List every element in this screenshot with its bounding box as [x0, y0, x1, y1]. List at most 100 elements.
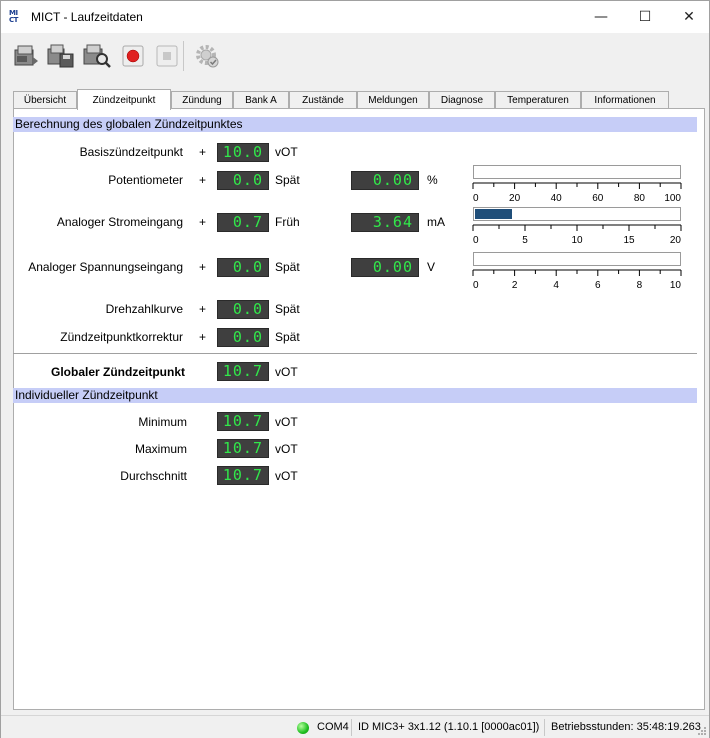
gauge-scale: 0 20 40 60 80 100	[472, 182, 682, 204]
aux-unit-potentiometer: %	[427, 173, 438, 187]
unit-basiszuendzeitpunkt: vOT	[275, 145, 298, 159]
label-durchschnitt: Durchschnitt	[120, 469, 187, 483]
maximize-button[interactable]: ☐	[623, 1, 667, 33]
value-drehzahlkurve: 0.0	[217, 300, 269, 319]
plus-sign: +	[199, 173, 207, 187]
tab-diagnose[interactable]: Diagnose	[429, 91, 495, 109]
settings-button[interactable]	[191, 41, 223, 71]
label-basiszuendzeitpunkt: Basiszündzeitpunkt	[79, 145, 183, 159]
plus-sign: +	[199, 302, 207, 316]
tab-temperaturen[interactable]: Temperaturen	[495, 91, 581, 109]
window-title: MICT - Laufzeitdaten	[31, 10, 143, 24]
section-header-individual: Individueller Zündzeitpunkt	[13, 388, 697, 403]
unit-durchschnitt: vOT	[275, 469, 298, 483]
minimize-button[interactable]: —	[579, 1, 623, 33]
plus-sign: +	[199, 145, 207, 159]
title-bar: MI CT MICT - Laufzeitdaten — ☐ ✕	[1, 1, 709, 33]
gauge-tick-label: 2	[512, 280, 518, 291]
aux-value-analoger-stromeingang: 3.64	[351, 213, 419, 232]
tab-zuendung[interactable]: Zündung	[171, 91, 233, 109]
label-analoger-stromeingang: Analoger Stromeingang	[56, 215, 183, 229]
read-device-button[interactable]	[9, 41, 41, 71]
unit-potentiometer: Spät	[275, 173, 300, 187]
value-globaler-zuendzeitpunkt: 10.7	[217, 362, 269, 381]
close-button[interactable]: ✕	[667, 1, 710, 33]
gauge-fill	[475, 209, 513, 219]
unit-minimum: vOT	[275, 415, 298, 429]
status-operating-hours: Betriebsstunden: 35:48:19.263	[551, 721, 701, 733]
gauge-scale: 0 2 4 6 8 10	[472, 269, 682, 291]
toolbar-separator	[183, 41, 184, 71]
gauge-tick-label: 4	[553, 280, 559, 291]
gauge-bar	[473, 252, 681, 266]
gauge-tick-label: 10	[670, 280, 682, 291]
save-device-icon	[47, 44, 74, 68]
mict-logo-icon: MI CT	[9, 9, 18, 24]
label-zuendzeitpunktkorrektur: Zündzeitpunktkorrektur	[60, 330, 183, 344]
section-divider	[13, 353, 697, 354]
connection-status-icon	[297, 722, 309, 734]
label-drehzahlkurve: Drehzahlkurve	[105, 302, 183, 316]
value-minimum: 10.7	[217, 412, 269, 431]
unit-analoger-spannungseingang: Spät	[275, 260, 300, 274]
record-button[interactable]	[117, 41, 149, 71]
aux-value-analoger-spannungseingang: 0.00	[351, 258, 419, 277]
value-analoger-stromeingang: 0.7	[217, 213, 269, 232]
gauge-bar	[473, 165, 681, 179]
gauge-bar	[473, 207, 681, 221]
toolbar	[1, 33, 709, 79]
label-potentiometer: Potentiometer	[108, 173, 183, 187]
main-window: MI CT MICT - Laufzeitdaten — ☐ ✕ Übersic…	[0, 0, 710, 738]
gauge-scale: 0 5 10 15 20	[472, 224, 682, 246]
label-minimum: Minimum	[138, 415, 187, 429]
status-separator	[351, 719, 352, 736]
gauge-tick-label: 5	[522, 235, 528, 246]
search-device-button[interactable]	[81, 41, 113, 71]
stop-button[interactable]	[151, 41, 183, 71]
search-device-icon	[83, 44, 111, 68]
unit-maximum: vOT	[275, 442, 298, 456]
save-device-button[interactable]	[45, 41, 77, 71]
aux-value-potentiometer: 0.00	[351, 171, 419, 190]
gauge-tick-label: 10	[571, 235, 583, 246]
gauge-tick-label: 20	[670, 235, 682, 246]
gauge-tick-label: 40	[551, 193, 563, 204]
aux-unit-analoger-stromeingang: mA	[427, 215, 445, 229]
section-header-global: Berechnung des globalen Zündzeitpunktes	[13, 117, 697, 132]
label-globaler-zuendzeitpunkt: Globaler Zündzeitpunkt	[51, 365, 185, 379]
value-potentiometer: 0.0	[217, 171, 269, 190]
gauge-tick-label: 0	[473, 235, 479, 246]
read-device-icon	[14, 45, 38, 66]
value-zuendzeitpunktkorrektur: 0.0	[217, 328, 269, 347]
gauge-tick-label: 0	[473, 193, 479, 204]
tab-zuendzeitpunkt[interactable]: Zündzeitpunkt	[77, 89, 171, 110]
resize-grip-icon[interactable]	[697, 726, 707, 736]
value-durchschnitt: 10.7	[217, 466, 269, 485]
gauge-tick-label: 8	[637, 280, 643, 291]
gauge-tick-label: 0	[473, 280, 479, 291]
record-icon	[122, 45, 144, 67]
tab-informationen[interactable]: Informationen	[581, 91, 669, 109]
label-maximum: Maximum	[134, 442, 187, 456]
unit-zuendzeitpunktkorrektur: Spät	[275, 330, 300, 344]
stop-icon	[156, 45, 178, 67]
gauge-tick-label: 100	[664, 193, 681, 204]
value-analoger-spannungseingang: 0.0	[217, 258, 269, 277]
status-bar: COM4 ID MIC3+ 3x1.12 (1.10.1 [0000ac01])…	[1, 715, 709, 738]
plus-sign: +	[199, 330, 207, 344]
tab-bank-a[interactable]: Bank A	[233, 91, 289, 109]
plus-sign: +	[199, 215, 207, 229]
tab-meldungen[interactable]: Meldungen	[357, 91, 429, 109]
value-maximum: 10.7	[217, 439, 269, 458]
settings-icon	[196, 45, 219, 68]
tab-uebersicht[interactable]: Übersicht	[13, 91, 77, 109]
tab-zustaende[interactable]: Zustände	[289, 91, 357, 109]
gauge-tick-label: 15	[623, 235, 635, 246]
unit-globaler-zuendzeitpunkt: vOT	[275, 365, 298, 379]
label-analoger-spannungseingang: Analoger Spannungseingang	[28, 260, 183, 274]
aux-unit-analoger-spannungseingang: V	[427, 260, 436, 274]
value-basiszuendzeitpunkt: 10.0	[217, 143, 269, 162]
status-device: ID MIC3+ 3x1.12 (1.10.1 [0000ac01])	[358, 721, 540, 733]
gauge-tick-label: 80	[634, 193, 646, 204]
unit-analoger-stromeingang: Früh	[275, 215, 300, 229]
